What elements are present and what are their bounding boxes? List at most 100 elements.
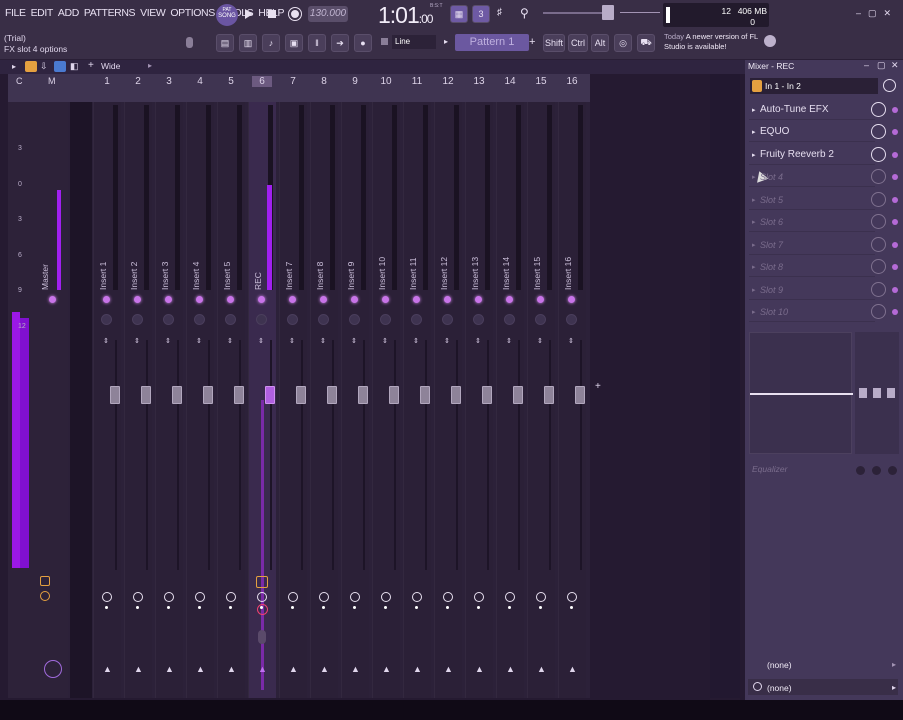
send-arrow-icon[interactable]: ▲: [134, 664, 143, 674]
pan-knob[interactable]: [256, 314, 267, 325]
play-icon[interactable]: [245, 9, 253, 19]
fx-enable-dot[interactable]: [892, 174, 898, 180]
insert-enable-dot[interactable]: [537, 296, 544, 303]
menu-patterns[interactable]: PATTERNS: [83, 7, 136, 19]
send-bottom-arrow-icon[interactable]: ▸: [892, 683, 896, 692]
pan-knob[interactable]: [318, 314, 329, 325]
mixer-add-icon[interactable]: +: [88, 60, 94, 71]
stereo-icon[interactable]: ⇕: [444, 337, 450, 345]
mixer-view-mode[interactable]: Wide: [101, 61, 120, 71]
menu-add[interactable]: ADD: [57, 7, 80, 19]
fx-enable-dot[interactable]: [892, 242, 898, 248]
send-arrow-icon[interactable]: ▲: [289, 664, 298, 674]
fx-mix-knob[interactable]: [871, 102, 886, 117]
fx-mix-knob[interactable]: [871, 237, 886, 252]
equalizer-graph[interactable]: [749, 332, 853, 454]
panel-restore-icon[interactable]: ▢: [877, 60, 886, 71]
insert-enable-dot[interactable]: [134, 296, 141, 303]
ctrl-button[interactable]: Ctrl: [568, 34, 588, 52]
fx-slot[interactable]: Slot 6: [749, 212, 875, 232]
news-panel[interactable]: Today A newer version of FL Studio is av…: [664, 32, 764, 52]
mixer-view-icon-3[interactable]: [54, 61, 66, 72]
route-icon[interactable]: [474, 592, 484, 602]
stereo-icon[interactable]: ⇕: [382, 337, 388, 345]
insert-enable-dot[interactable]: [351, 296, 358, 303]
insert-enable-dot[interactable]: [289, 296, 296, 303]
mixer-view-arrow-icon[interactable]: ▸: [148, 61, 152, 70]
fx-slot[interactable]: Slot 9: [749, 280, 875, 300]
stereo-icon[interactable]: ⇕: [289, 337, 295, 345]
eq-slider-mid[interactable]: [873, 388, 881, 398]
maximize-icon[interactable]: ▢: [868, 8, 877, 19]
pan-knob[interactable]: [442, 314, 453, 325]
route-icon[interactable]: [412, 592, 422, 602]
insert-enable-dot[interactable]: [258, 296, 265, 303]
loop-record-icon[interactable]: ⚲: [520, 6, 529, 20]
menu-edit[interactable]: EDIT: [30, 7, 54, 19]
pattern-prev-icon[interactable]: ▸: [444, 37, 448, 46]
mixer-view-icon-4[interactable]: ◧: [70, 61, 79, 72]
route-icon[interactable]: [133, 592, 143, 602]
send-arrow-icon[interactable]: ▲: [258, 664, 267, 674]
fx-slot-arrow-icon[interactable]: ▸: [752, 173, 756, 181]
send-arrow-icon[interactable]: ▲: [196, 664, 205, 674]
master-enable-dot[interactable]: [49, 296, 56, 303]
pan-knob[interactable]: [535, 314, 546, 325]
eq-sliders[interactable]: [855, 332, 899, 454]
stereo-icon[interactable]: ⇕: [227, 337, 233, 345]
insert-enable-dot[interactable]: [320, 296, 327, 303]
panel-close-icon[interactable]: ✕: [891, 60, 899, 71]
insert-enable-dot[interactable]: [475, 296, 482, 303]
stereo-icon[interactable]: ⇕: [320, 337, 326, 345]
playlist-icon[interactable]: ▤: [216, 34, 234, 52]
pan-knob[interactable]: [411, 314, 422, 325]
rec-indicator-icon[interactable]: [257, 604, 268, 615]
volume-fader[interactable]: [203, 386, 213, 404]
pan-knob[interactable]: [504, 314, 515, 325]
pattern-add-icon[interactable]: +: [529, 36, 535, 48]
menu-file[interactable]: FILE: [4, 7, 27, 19]
volume-fader[interactable]: [265, 386, 275, 404]
fx-slot-arrow-icon[interactable]: ▸: [752, 263, 756, 271]
pat-song-toggle[interactable]: PAT SONG: [216, 4, 238, 26]
mic-icon[interactable]: ●: [354, 34, 372, 52]
mixer-icon[interactable]: ‖: [308, 34, 326, 52]
pan-knob[interactable]: [566, 314, 577, 325]
pan-knob[interactable]: [163, 314, 174, 325]
send-arrow-icon[interactable]: ▲: [506, 664, 515, 674]
fx-slot-arrow-icon[interactable]: ▸: [752, 308, 756, 316]
insert-enable-dot[interactable]: [413, 296, 420, 303]
fx-slot[interactable]: Slot 7: [749, 235, 875, 255]
send-arrow-icon[interactable]: ▲: [227, 664, 236, 674]
wait-icon[interactable]: 3: [472, 5, 490, 23]
fx-mix-knob[interactable]: [871, 304, 886, 319]
fx-enable-dot[interactable]: [892, 129, 898, 135]
stereo-icon[interactable]: ⇕: [258, 337, 264, 345]
fx-slot[interactable]: Slot 5: [749, 190, 875, 210]
fx-slot-arrow-icon[interactable]: ▸: [752, 218, 756, 226]
fx-slot-arrow-icon[interactable]: ▸: [752, 106, 756, 114]
route-icon[interactable]: [226, 592, 236, 602]
route-icon[interactable]: [164, 592, 174, 602]
fx-mix-knob[interactable]: [871, 214, 886, 229]
fx-slot-arrow-icon[interactable]: ▸: [752, 286, 756, 294]
route-icon[interactable]: [102, 592, 112, 602]
stereo-icon[interactable]: ⇕: [196, 337, 202, 345]
eq-knob-1[interactable]: [856, 466, 865, 475]
latency-icon[interactable]: [883, 79, 896, 92]
fx-slot[interactable]: Auto-Tune EFX: [749, 100, 875, 120]
stereo-icon[interactable]: ⇕: [413, 337, 419, 345]
pan-knob[interactable]: [380, 314, 391, 325]
send-arrow-icon[interactable]: ▲: [475, 664, 484, 674]
send-arrow-icon[interactable]: ▲: [351, 664, 360, 674]
fx-slot[interactable]: Slot 4: [749, 167, 875, 187]
volume-fader[interactable]: [482, 386, 492, 404]
stop-icon[interactable]: [268, 10, 276, 18]
volume-fader[interactable]: [296, 386, 306, 404]
browser-icon[interactable]: ▣: [285, 34, 303, 52]
countdown-icon[interactable]: ♯: [497, 7, 502, 18]
master-route-icon-2[interactable]: [40, 591, 50, 601]
fx-enable-dot[interactable]: [892, 152, 898, 158]
eq-slider-high[interactable]: [887, 388, 895, 398]
alt-button[interactable]: Alt: [591, 34, 609, 52]
